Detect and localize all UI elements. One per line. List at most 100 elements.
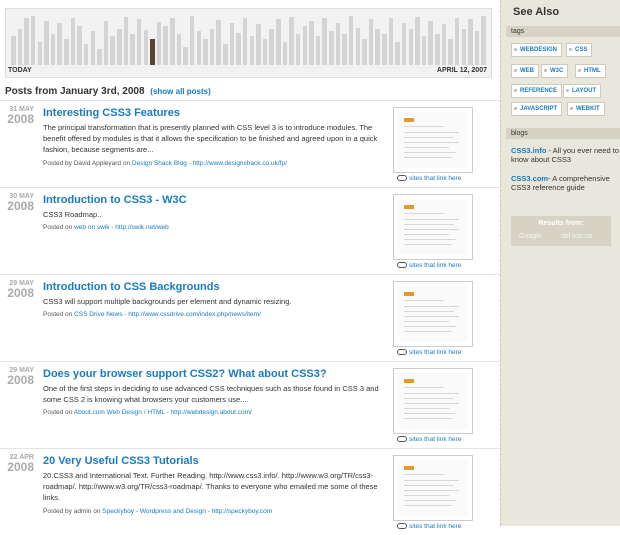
timeline-bar[interactable] — [289, 17, 294, 65]
tag-reference[interactable]: REFERENCE — [511, 84, 563, 98]
google-source[interactable]: Google — [519, 233, 542, 240]
delicious-source[interactable]: del.icio.us — [561, 233, 592, 240]
tag-webkit[interactable]: WEBKIT — [567, 102, 605, 116]
timeline-bar[interactable] — [441, 24, 447, 65]
timeline-bar[interactable] — [481, 15, 486, 65]
tag-layout[interactable]: LAYOUT — [563, 84, 602, 98]
timeline-bar[interactable] — [355, 27, 361, 65]
timeline-bar[interactable] — [262, 39, 268, 65]
timeline-bar[interactable] — [269, 28, 274, 65]
timeline-bar[interactable] — [315, 36, 321, 65]
timeline-bar[interactable] — [295, 33, 301, 65]
timeline-bar[interactable] — [368, 19, 374, 65]
timeline-bar[interactable] — [30, 15, 36, 65]
timeline-bar[interactable] — [382, 33, 387, 65]
timeline-bar[interactable] — [309, 20, 314, 65]
timeline-bar[interactable] — [176, 33, 182, 65]
post-title-link[interactable]: Introduction to CSS Backgrounds — [43, 281, 220, 293]
timeline-bar[interactable] — [44, 20, 49, 65]
tag-html[interactable]: HTML — [575, 64, 606, 78]
timeline-bar[interactable] — [209, 28, 215, 65]
timeline-bar[interactable] — [362, 39, 367, 65]
timeline-bar[interactable] — [183, 46, 188, 65]
timeline-bar[interactable] — [302, 26, 308, 65]
timeline-bar[interactable] — [474, 31, 480, 65]
timeline-bar[interactable] — [282, 41, 288, 65]
timeline-bar[interactable] — [163, 26, 168, 65]
timeline-bars[interactable] — [10, 13, 487, 65]
sites-link[interactable]: sites that link here — [397, 436, 461, 443]
timeline-bar[interactable] — [454, 18, 460, 65]
timeline-bar[interactable] — [468, 19, 473, 65]
timeline-bar[interactable] — [117, 28, 122, 65]
timeline-bar[interactable] — [322, 18, 327, 65]
post-source-link[interactable]: Design Shack Blog - http://www.designsha… — [132, 160, 287, 167]
post-thumbnail[interactable] — [393, 107, 473, 173]
timeline-bar[interactable] — [57, 23, 62, 65]
timeline-bar[interactable] — [70, 18, 76, 65]
timeline-bar[interactable] — [37, 41, 43, 65]
tag-css[interactable]: CSS — [566, 43, 593, 57]
sites-link[interactable]: sites that link here — [397, 349, 461, 356]
timeline-bar[interactable] — [123, 17, 129, 65]
timeline-bar[interactable] — [428, 20, 433, 65]
sites-link[interactable]: sites that link here — [397, 175, 461, 182]
show-all-posts-link[interactable]: (show all posts) — [150, 87, 210, 96]
timeline-bar[interactable] — [203, 39, 208, 65]
timeline-bar[interactable] — [401, 23, 407, 65]
timeline-bar[interactable] — [388, 18, 394, 65]
timeline-bar[interactable] — [329, 31, 334, 65]
timeline-bar[interactable] — [156, 22, 162, 65]
timeline-bar[interactable] — [143, 29, 149, 65]
post-source-link[interactable]: web on swik - http://swik.net/web — [74, 224, 169, 231]
timeline-bar[interactable] — [395, 41, 400, 65]
timeline-bar[interactable] — [223, 44, 228, 65]
timeline-bar[interactable] — [11, 36, 16, 65]
timeline-bar[interactable] — [189, 15, 195, 65]
timeline-bar[interactable] — [216, 20, 221, 65]
blog-name[interactable]: CSS3.info — [511, 146, 546, 155]
timeline-bar[interactable] — [50, 33, 56, 65]
timeline-bar[interactable] — [348, 15, 354, 65]
blog-item[interactable]: CSS3.com- A comprehensive CSS3 reference… — [511, 174, 619, 192]
timeline-bar[interactable] — [229, 23, 235, 65]
timeline-bar[interactable] — [136, 19, 142, 65]
post-source-link[interactable]: Speckyboy - Wordpress and Design - http:… — [102, 508, 272, 515]
timeline-bar[interactable] — [415, 17, 420, 65]
timeline-bar[interactable] — [335, 23, 341, 65]
timeline-bar[interactable] — [64, 39, 69, 65]
post-title-link[interactable]: 20 Very Useful CSS3 Tutorials — [43, 455, 199, 467]
timeline-bar[interactable] — [90, 31, 96, 65]
timeline-bar[interactable] — [150, 39, 155, 65]
timeline-bar[interactable] — [249, 36, 255, 65]
timeline-bar[interactable] — [276, 19, 281, 65]
timeline-bar[interactable] — [97, 49, 102, 65]
post-thumbnail[interactable] — [393, 455, 473, 521]
sites-link[interactable]: sites that link here — [397, 262, 461, 269]
timeline-bar[interactable] — [448, 39, 453, 65]
timeline-bar[interactable] — [435, 33, 440, 65]
blog-item[interactable]: CSS3.info - All you ever need to know ab… — [511, 146, 619, 164]
post-title-link[interactable]: Introduction to CSS3 - W3C — [43, 194, 187, 206]
post-thumbnail[interactable] — [393, 194, 473, 260]
post-thumbnail[interactable] — [393, 281, 473, 347]
timeline-bar[interactable] — [342, 33, 347, 65]
tag-javascript[interactable]: JAVASCRIPT — [511, 102, 563, 116]
post-title-link[interactable]: Interesting CSS3 Features — [43, 107, 180, 119]
post-source-link[interactable]: About.com Web Design / HTML - http://web… — [74, 409, 252, 416]
timeline-bar[interactable] — [236, 32, 241, 65]
timeline-bar[interactable] — [83, 44, 89, 65]
timeline-bar[interactable] — [130, 33, 135, 65]
timeline-bar[interactable] — [17, 28, 23, 65]
timeline-bar[interactable] — [24, 18, 29, 65]
tag-web[interactable]: WEB — [511, 64, 539, 78]
timeline-bar[interactable] — [421, 36, 427, 65]
post-thumbnail[interactable] — [393, 368, 473, 434]
timeline-bar[interactable] — [242, 18, 248, 65]
timeline-bar[interactable] — [408, 28, 414, 65]
blog-name[interactable]: CSS3.com — [511, 174, 548, 183]
timeline-chart[interactable]: TODAY APRIL 12, 2007 — [5, 8, 492, 78]
timeline-bar[interactable] — [196, 31, 202, 65]
post-source-link[interactable]: CSS Drive News - http://www.cssdrive.com… — [74, 311, 261, 318]
timeline-bar[interactable] — [103, 20, 109, 65]
